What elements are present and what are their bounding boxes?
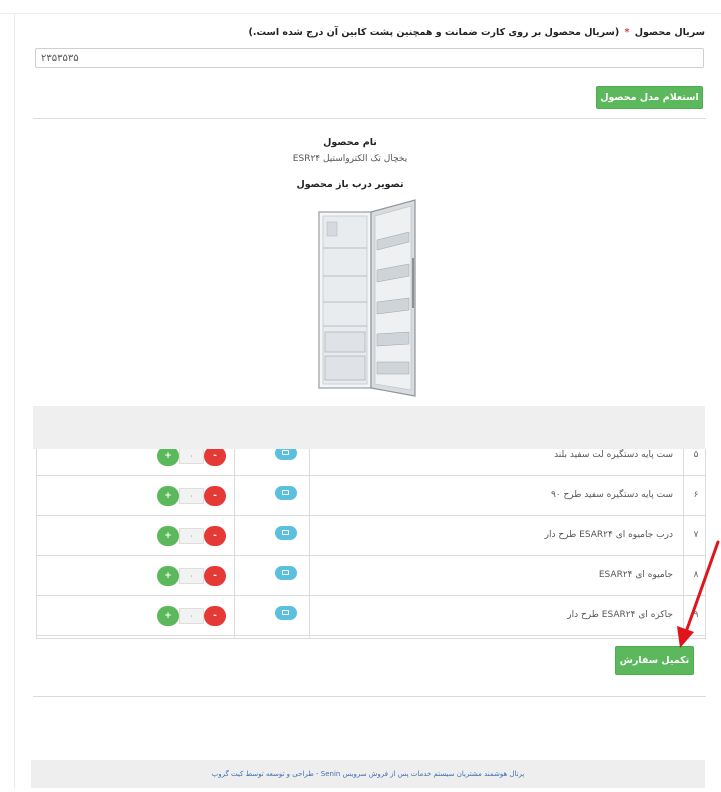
divider <box>33 118 706 119</box>
minus-button[interactable]: - <box>204 606 226 626</box>
quantity-stepper: + ۰ - <box>157 486 229 506</box>
minus-button[interactable]: - <box>204 526 226 546</box>
required-mark: * <box>624 27 630 38</box>
serial-label: سریال محصول * (سریال محصول بر روی کارت ض… <box>249 27 705 38</box>
row-part-name: جامیوه ای ESAR۲۴ <box>598 570 673 580</box>
image-icon[interactable] <box>275 449 297 460</box>
inquiry-model-button[interactable]: استعلام مدل محصول <box>596 86 703 109</box>
image-icon[interactable] <box>275 606 297 620</box>
serial-input[interactable] <box>35 48 704 68</box>
plus-button[interactable]: + <box>157 526 179 546</box>
row-part-name: ست پایه دستگیره لت سفید بلند <box>554 450 673 460</box>
plus-button[interactable]: + <box>157 566 179 586</box>
quantity-value[interactable]: ۰ <box>179 608 204 624</box>
image-icon[interactable] <box>275 526 297 540</box>
parts-table: ۵ ست پایه دستگیره لت سفید بلند + ۰ - ۶ س… <box>36 449 706 639</box>
quantity-stepper: + ۰ - <box>157 566 229 586</box>
serial-hint: (سریال محصول بر روی کارت ضمانت و همچنین … <box>248 27 620 38</box>
minus-button[interactable]: - <box>204 449 226 466</box>
plus-button[interactable]: + <box>157 486 179 506</box>
table-row: ۵ ست پایه دستگیره لت سفید بلند + ۰ - <box>37 449 705 476</box>
image-icon[interactable] <box>275 486 297 500</box>
quantity-value[interactable]: ۰ <box>179 528 204 544</box>
row-part-name: درب جامیوه ای ESAR۲۴ طرح دار <box>544 530 673 540</box>
plus-button[interactable]: + <box>157 449 179 466</box>
quantity-stepper: + ۰ - <box>157 606 229 626</box>
image-icon[interactable] <box>275 566 297 580</box>
page: سریال محصول * (سریال محصول بر روی کارت ض… <box>0 0 721 792</box>
complete-order-button[interactable]: تکمیل سفارش <box>615 646 694 675</box>
serial-label-text: سریال محصول <box>634 27 705 38</box>
quantity-value[interactable]: ۰ <box>179 488 204 504</box>
product-name-value: یخچال تک الکترواستیل ESR۲۴ <box>292 154 408 164</box>
red-arrow-annotation <box>677 540 720 648</box>
minus-button[interactable]: - <box>204 566 226 586</box>
row-number: ۶ <box>693 490 699 500</box>
plus-button[interactable]: + <box>157 606 179 626</box>
row-part-name: ست پایه دستگیره سفید طرح ۹۰ <box>550 490 673 500</box>
table-row: ۷ درب جامیوه ای ESAR۲۴ طرح دار + ۰ - <box>37 516 705 556</box>
table-row: ۸ جامیوه ای ESAR۲۴ + ۰ - <box>37 556 705 596</box>
row-number: ۵ <box>693 450 699 460</box>
divider <box>33 696 706 697</box>
row-part-name: جاکره ای ESAR۲۴ طرح دار <box>567 610 673 620</box>
table-row: ۹ جاکره ای ESAR۲۴ طرح دار + ۰ - <box>37 596 705 636</box>
table-header-band <box>33 406 705 449</box>
quantity-value[interactable]: ۰ <box>179 449 204 464</box>
fridge-open-door-image <box>318 199 416 397</box>
quantity-stepper: + ۰ - <box>157 449 229 466</box>
product-image-heading: تصویر درب باز محصول <box>296 179 404 190</box>
minus-button[interactable]: - <box>204 486 226 506</box>
product-name-heading: نام محصول <box>323 137 377 148</box>
footer: پرتال هوشمند مشتریان سیستم خدمات پس از ف… <box>31 760 705 788</box>
quantity-stepper: + ۰ - <box>157 526 229 546</box>
table-row: ۶ ست پایه دستگیره سفید طرح ۹۰ + ۰ - <box>37 476 705 516</box>
quantity-value[interactable]: ۰ <box>179 568 204 584</box>
